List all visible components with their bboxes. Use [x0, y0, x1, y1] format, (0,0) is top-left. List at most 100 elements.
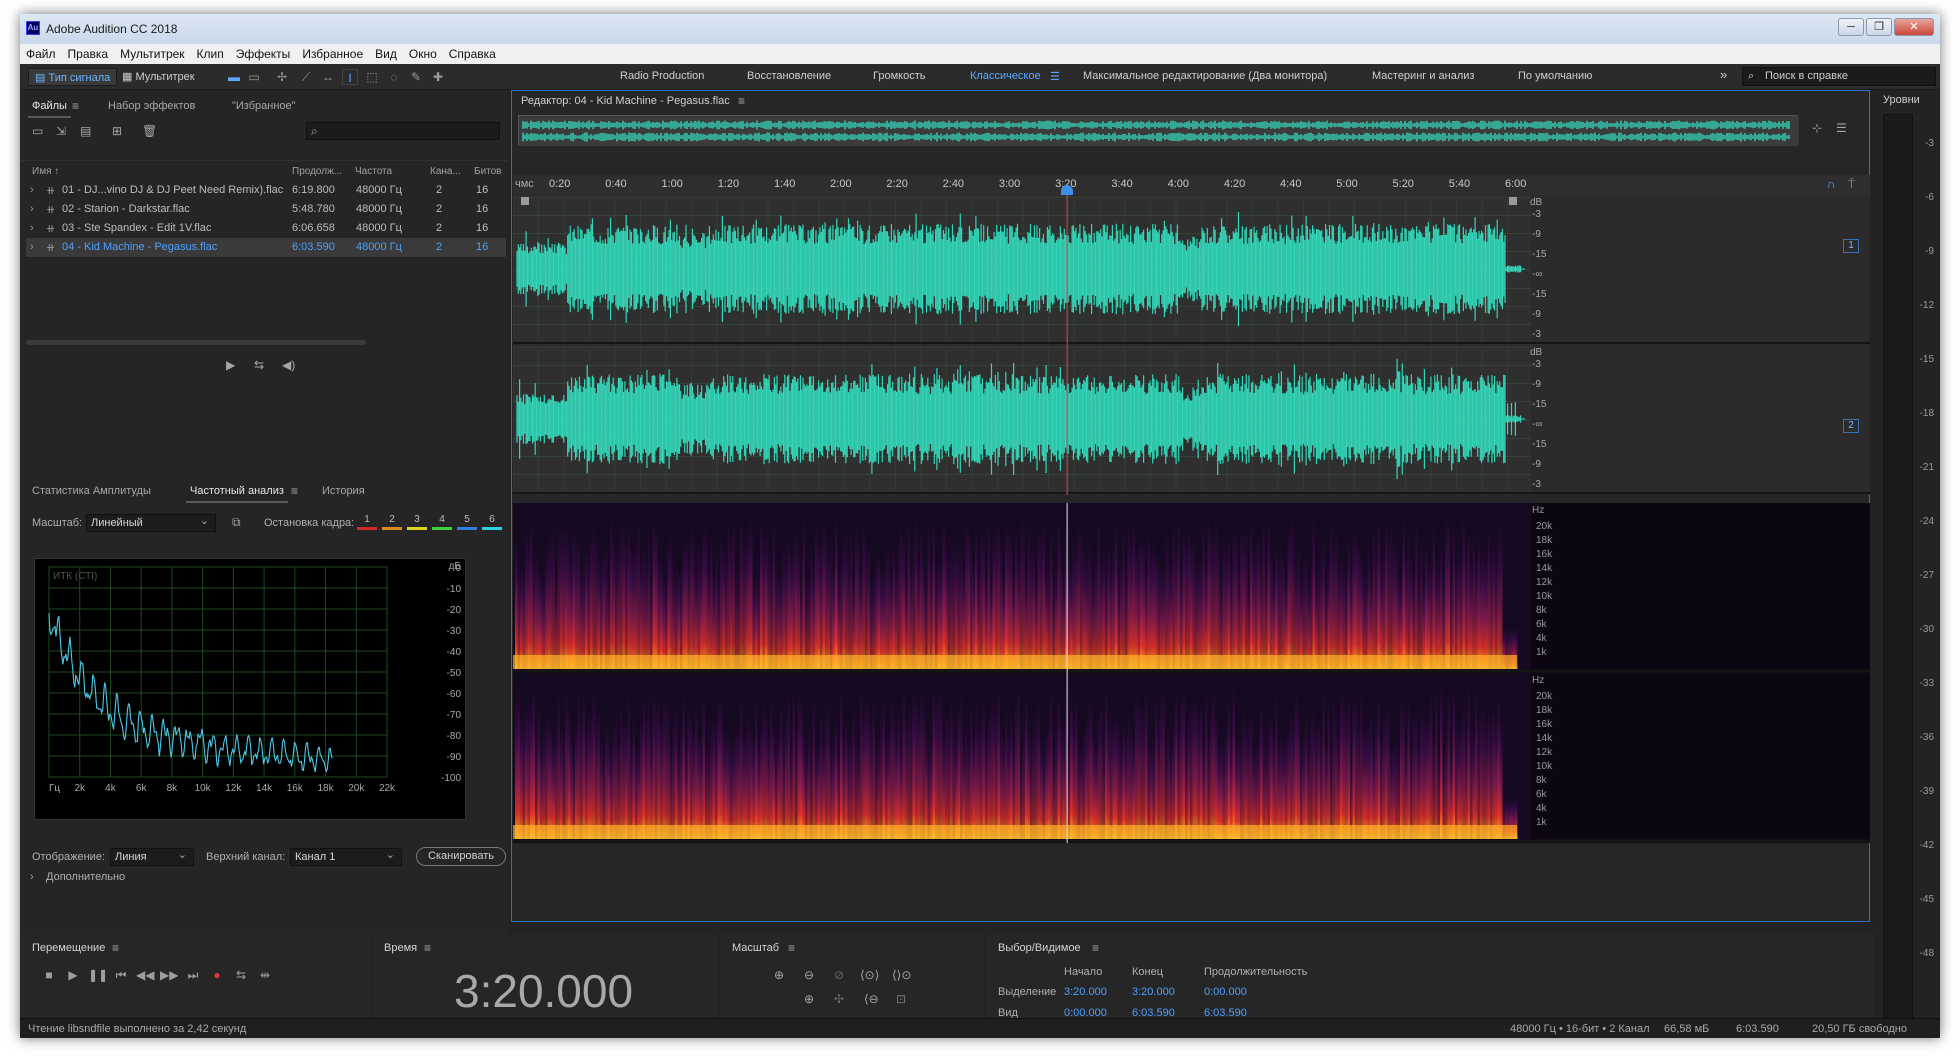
waveform-view-button[interactable]: ▤ Тип сигнала [28, 68, 117, 86]
panel-menu-icon[interactable]: ≡ [424, 941, 431, 955]
scale-dropdown[interactable]: Линейный [86, 514, 216, 532]
column-duration[interactable]: Продолж... [292, 166, 342, 177]
multitrack-view-button[interactable]: ▦ Мультитрек [116, 68, 201, 86]
new-file-icon[interactable]: ▤ [80, 124, 91, 138]
record-button[interactable]: ● [208, 968, 226, 982]
menu-item-7[interactable]: Окно [403, 44, 443, 61]
advanced-toggle[interactable]: Дополнительно [46, 871, 125, 883]
expand-chevron-icon[interactable]: › [30, 222, 34, 234]
freeze-frame-button-1[interactable]: 1 [356, 512, 378, 530]
menu-item-2[interactable]: Мультитрек [114, 44, 190, 61]
menu-item-4[interactable]: Эффекты [230, 44, 297, 61]
pin-icon[interactable]: ⍑ [1848, 177, 1855, 191]
freeze-frame-button-3[interactable]: 3 [406, 512, 428, 530]
overview-menu-icon[interactable]: ☰ [1836, 121, 1847, 135]
freeze-toggle-icon[interactable]: ⧉ [232, 515, 241, 529]
pitch-display-icon[interactable]: ▭ [246, 69, 262, 85]
loop-button[interactable]: ⇆ [232, 968, 250, 982]
expand-chevron-icon[interactable]: › [30, 203, 34, 215]
tab-frequency-analysis[interactable]: Частотный анализ [190, 485, 284, 497]
zoom-reset-icon[interactable]: ⊘ [834, 968, 844, 982]
menu-item-6[interactable]: Вид [369, 44, 403, 61]
file-row[interactable]: › ⧺ 04 - Kid Machine - Pegasus.flac 6:03.59… [26, 238, 506, 257]
freeze-frame-button-5[interactable]: 5 [456, 512, 478, 530]
workspaces-more-icon[interactable]: » [1720, 67, 1727, 82]
slip-tool-icon[interactable]: ↔ [320, 69, 336, 85]
rewind-button[interactable]: ◀◀ [136, 968, 154, 982]
expand-chevron-icon[interactable]: › [30, 184, 34, 196]
channel-1-toggle[interactable]: 1 [1843, 239, 1859, 253]
minimize-button[interactable]: ─ [1838, 18, 1864, 36]
workspace-restoration[interactable]: Восстановление [747, 70, 831, 82]
freeze-frame-button-4[interactable]: 4 [431, 512, 453, 530]
go-to-end-button[interactable]: ⏭ [184, 968, 202, 983]
spot-healing-tool-icon[interactable]: ✚ [430, 69, 446, 85]
headphones-icon[interactable]: ∩ [1827, 177, 1836, 191]
column-channels[interactable]: Кана... [430, 166, 461, 177]
panel-menu-icon[interactable]: ≡ [112, 941, 119, 955]
workspace-menu-icon[interactable]: ☰ [1050, 70, 1060, 83]
overview-navigator[interactable] [518, 115, 1798, 145]
column-bits[interactable]: Битов [474, 166, 502, 177]
skip-selection-button[interactable]: ⇹ [256, 968, 274, 982]
zoom-in-amplitude-icon[interactable]: ⊕ [774, 968, 784, 982]
close-button[interactable]: ✕ [1894, 18, 1934, 36]
column-name[interactable]: Имя ↑ [32, 166, 59, 177]
workspace-classic[interactable]: Классическое [970, 70, 1041, 82]
lasso-tool-icon[interactable]: ◌ [386, 69, 402, 85]
zoom-out-amplitude-icon[interactable]: ⊖ [804, 968, 814, 982]
panel-menu-icon[interactable]: ≡ [788, 941, 795, 955]
files-search-input[interactable]: ⌕ [306, 122, 500, 140]
play-preview-icon[interactable]: ▶ [226, 358, 235, 372]
panel-menu-icon[interactable]: ≡ [1092, 941, 1099, 955]
workspace-default[interactable]: По умолчанию [1518, 70, 1592, 82]
spectral-display[interactable] [513, 503, 1870, 843]
freeze-frame-button-2[interactable]: 2 [381, 512, 403, 530]
insert-multitrack-icon[interactable]: ⊞ [112, 124, 122, 138]
chevron-right-icon[interactable]: › [30, 870, 34, 884]
panel-menu-icon[interactable]: ≡ [72, 99, 79, 113]
zoom-in-time-icon[interactable]: ⟨⊙⟩ [860, 968, 879, 982]
go-to-start-button[interactable]: ⏮ [112, 968, 130, 983]
zoom-out-time-icon[interactable]: ⟨⊖ [864, 992, 879, 1006]
menu-item-5[interactable]: Избранное [296, 44, 369, 61]
workspace-radio-production[interactable]: Radio Production [620, 70, 704, 82]
menu-item-3[interactable]: Клип [191, 44, 230, 61]
stop-button[interactable]: ■ [40, 968, 58, 982]
import-file-icon[interactable]: ⇲ [56, 124, 66, 138]
marquee-tool-icon[interactable]: ⬚ [364, 69, 380, 85]
pause-button[interactable]: ❚❚ [88, 968, 106, 982]
spectral-display-icon[interactable]: ▬ [226, 69, 242, 85]
file-row[interactable]: › ⧺ 02 - Starion - Darkstar.flac 5:48.780 48… [26, 200, 506, 219]
zoom-out-full-icon[interactable]: ✣ [834, 992, 844, 1006]
time-ruler[interactable]: чмс 0:20 0:40 1:00 1:20 1:40 2:00 2:20 2:40 3:00… [513, 175, 1870, 195]
file-row[interactable]: › ⧺ 03 - Ste Spandex - Edit 1V.flac 6:06.65… [26, 219, 506, 238]
menu-item-0[interactable]: Файл [20, 44, 62, 61]
selection-duration[interactable]: 0:00.000 [1204, 986, 1247, 998]
fade-in-handle[interactable] [521, 197, 529, 205]
time-selection-tool-icon[interactable]: I [342, 69, 358, 85]
help-search-input[interactable]: ⌕ Поиск в справке [1742, 67, 1936, 86]
freeze-frame-button-6[interactable]: 6 [481, 512, 503, 530]
fast-forward-button[interactable]: ▶▶ [160, 968, 178, 982]
playhead-marker[interactable] [1061, 185, 1073, 195]
panel-menu-icon[interactable]: ≡ [738, 94, 745, 108]
tab-favorites[interactable]: "Избранное" [232, 100, 296, 112]
fade-out-handle[interactable] [1509, 197, 1517, 205]
zoom-in-amplitude-icon[interactable]: ⊹ [1812, 121, 1822, 135]
delete-file-icon[interactable]: 🗑 [142, 124, 157, 138]
workspace-loudness[interactable]: Громкость [873, 70, 925, 82]
selection-start[interactable]: 3:20.000 [1064, 986, 1107, 998]
waveform-display[interactable] [513, 195, 1870, 495]
zoom-selection-icon[interactable]: ⊕ [804, 992, 814, 1006]
scan-button[interactable]: Сканировать [416, 847, 506, 866]
column-rate[interactable]: Частота [355, 166, 392, 177]
files-scrollbar[interactable] [26, 340, 366, 345]
panel-menu-icon[interactable]: ≡ [291, 484, 298, 498]
tab-files[interactable]: Файлы [32, 100, 67, 112]
open-file-icon[interactable]: ▭ [32, 124, 43, 138]
autoplay-icon[interactable]: ◀) [282, 358, 295, 372]
brush-tool-icon[interactable]: ✎ [408, 69, 424, 85]
loop-preview-icon[interactable]: ⇆ [254, 358, 264, 372]
zoom-to-selection-icon[interactable]: ⊡ [896, 992, 906, 1006]
